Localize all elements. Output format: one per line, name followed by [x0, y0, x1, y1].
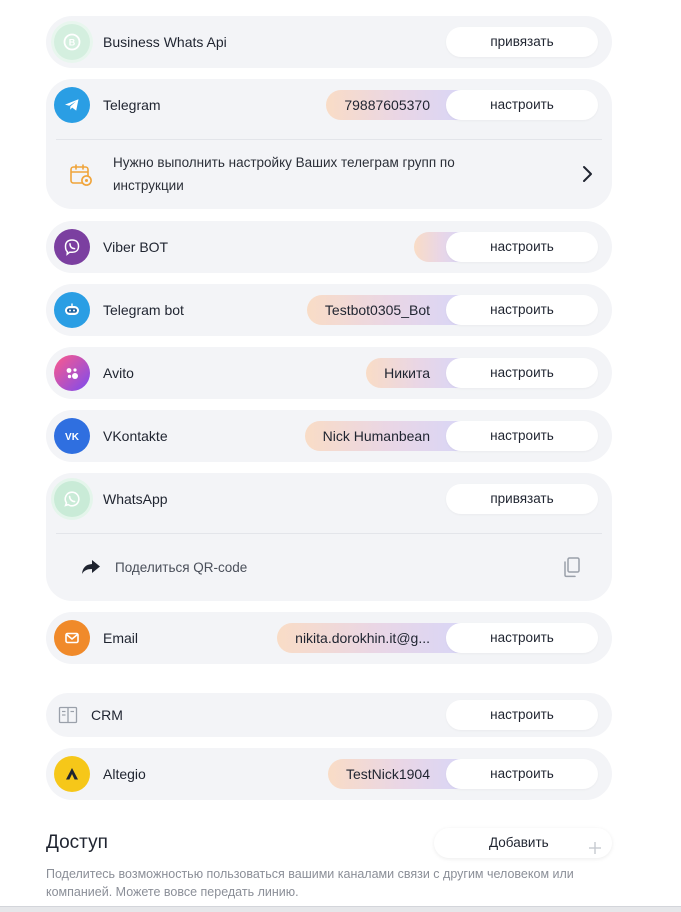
channel-account-value: 79887605370 [326, 90, 462, 120]
channel-email: Email nikita.dorokhin.it@g... настроить [46, 612, 612, 664]
chevron-right-icon[interactable] [580, 164, 594, 184]
avito-icon [54, 355, 90, 391]
channel-name: Email [103, 630, 139, 646]
channel-telegram: Telegram 79887605370 настроить Нужно вып… [46, 79, 612, 209]
svg-text:VK: VK [65, 432, 80, 443]
channel-account-value: Nick Humanbean [304, 421, 462, 451]
channel-name: Telegram bot [103, 302, 184, 318]
configure-button[interactable]: настроить [446, 623, 598, 653]
channel-crm: CRM настроить [46, 693, 612, 737]
calendar-gear-icon [68, 162, 94, 188]
channel-row: Altegio TestNick1904 настроить [46, 748, 612, 800]
channel-whatsapp: WhatsApp привязать Поделиться QR-code [46, 473, 612, 601]
channel-account-value: nikita.dorokhin.it@g... [277, 623, 462, 653]
channel-name: Avito [103, 365, 134, 381]
channel-name: Business Whats Api [103, 34, 227, 50]
section-title-access: Доступ [46, 832, 108, 853]
business-whatsapp-icon: B [54, 24, 90, 60]
configure-button[interactable]: настроить [446, 232, 598, 262]
channel-row: Email nikita.dorokhin.it@g... настроить [46, 612, 612, 664]
email-icon [54, 620, 90, 656]
channel-row: Avito Никита настроить [46, 347, 612, 399]
channel-avito: Avito Никита настроить [46, 347, 612, 399]
channel-name: VKontakte [103, 428, 168, 444]
copy-icon[interactable] [562, 556, 582, 578]
vk-icon: VK [54, 418, 90, 454]
configure-button[interactable]: настроить [446, 421, 598, 451]
share-arrow-icon[interactable] [80, 558, 102, 576]
whatsapp-icon [54, 481, 90, 517]
bind-button[interactable]: привязать [446, 484, 598, 514]
channel-name: Viber BOT [103, 239, 169, 255]
channel-row: VK VKontakte Nick Humanbean настроить [46, 410, 612, 462]
add-access-button[interactable]: Добавить [434, 828, 612, 858]
channel-row: WhatsApp привязать [46, 473, 612, 525]
channel-name: Altegio [103, 766, 146, 782]
channel-name: Telegram [103, 97, 161, 113]
bot-icon [54, 292, 90, 328]
viber-icon [54, 229, 90, 265]
crm-icon [58, 706, 78, 724]
channel-business-whats-api: B Business Whats Api привязать [46, 16, 612, 68]
configure-button[interactable]: настроить [446, 700, 598, 730]
add-access-label: Добавить [489, 835, 549, 850]
share-qr-row: Поделиться QR-code [46, 534, 612, 601]
configure-button[interactable]: настроить [446, 295, 598, 325]
channel-row: Telegram 79887605370 настроить [46, 79, 612, 131]
share-qr-label[interactable]: Поделиться QR-code [115, 556, 247, 579]
channel-viber-bot: Viber BOT настроить [46, 221, 612, 273]
telegram-icon [54, 87, 90, 123]
notice-text: Нужно выполнить настройку Ваших телеграм… [113, 155, 455, 193]
plus-icon [588, 836, 602, 854]
channel-vkontakte: VK VKontakte Nick Humanbean настроить [46, 410, 612, 462]
channel-row: Viber BOT настроить [46, 221, 612, 273]
telegram-groups-notice[interactable]: Нужно выполнить настройку Ваших телеграм… [46, 140, 612, 209]
channel-name: CRM [91, 707, 123, 723]
bottom-bar [0, 906, 681, 912]
bind-button[interactable]: привязать [446, 27, 598, 57]
channel-account-value: TestNick1904 [327, 759, 462, 789]
channel-telegram-bot: Telegram bot Testbot0305_Bot настроить [46, 284, 612, 336]
channel-account-value: Testbot0305_Bot [306, 295, 462, 325]
channel-altegio: Altegio TestNick1904 настроить [46, 748, 612, 800]
configure-button[interactable]: настроить [446, 90, 598, 120]
configure-button[interactable]: настроить [446, 358, 598, 388]
altegio-icon [54, 756, 90, 792]
channel-row: Telegram bot Testbot0305_Bot настроить [46, 284, 612, 336]
channel-row: B Business Whats Api привязать [46, 16, 612, 68]
configure-button[interactable]: настроить [446, 759, 598, 789]
access-description: Поделитесь возможностью пользоваться ваш… [46, 867, 574, 899]
svg-text:B: B [69, 38, 76, 48]
channel-name: WhatsApp [103, 491, 168, 507]
